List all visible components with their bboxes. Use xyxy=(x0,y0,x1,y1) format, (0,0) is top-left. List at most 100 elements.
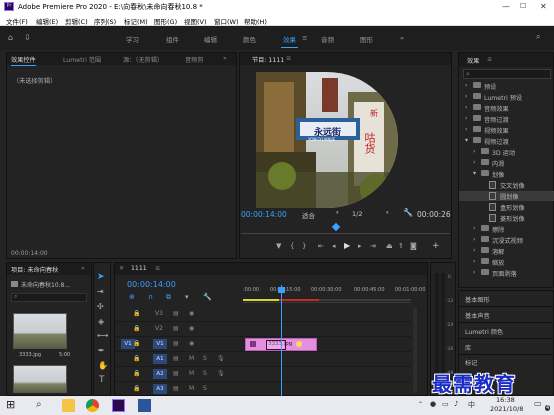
pen-tool-icon[interactable]: ✒ xyxy=(98,346,105,355)
mute-button[interactable]: M xyxy=(189,355,194,362)
minimize-button[interactable]: — xyxy=(502,2,510,11)
razor-tool-icon[interactable]: ◈ xyxy=(98,317,104,326)
more-tabs-icon[interactable]: » xyxy=(81,265,85,272)
track-select-tool-icon[interactable]: ⇥ xyxy=(97,287,104,296)
effects-list-item[interactable]: › 溶解 xyxy=(459,246,554,256)
effects-list-item[interactable]: 圆划像 xyxy=(459,191,554,201)
mic-icon[interactable]: 🎙 xyxy=(217,355,225,362)
timeline-playhead[interactable] xyxy=(281,285,282,397)
effects-list-item[interactable]: ▾ 视频过渡 xyxy=(459,136,554,146)
type-tool-icon[interactable]: T xyxy=(99,375,105,385)
effect-controls-timecode[interactable]: 00:00:14:00 xyxy=(11,250,48,257)
menu-clip[interactable]: 剪辑(C) xyxy=(65,16,88,26)
effects-list-item[interactable]: › 音频过渡 xyxy=(459,114,554,124)
chevron-down-icon[interactable]: ▾ xyxy=(473,170,476,177)
workspace-color[interactable]: 颜色 xyxy=(243,34,256,44)
chevron-right-icon[interactable]: › xyxy=(465,104,467,111)
step-back-icon[interactable]: ◂ xyxy=(332,242,336,250)
premiere-taskbar-icon[interactable] xyxy=(112,399,125,412)
settings-wrench-icon[interactable]: 🔧 xyxy=(203,293,212,301)
track-lock-icon[interactable]: 🔒 xyxy=(133,325,140,332)
nest-icon[interactable]: ⊕ xyxy=(129,293,135,301)
chrome-icon[interactable] xyxy=(86,399,99,412)
chevron-right-icon[interactable]: › xyxy=(465,115,467,122)
sync-lock-icon[interactable]: ▤ xyxy=(173,355,179,362)
ripple-edit-tool-icon[interactable]: ✣ xyxy=(97,302,104,311)
menu-sequence[interactable]: 序列(S) xyxy=(94,16,116,26)
chevron-right-icon[interactable]: › xyxy=(465,126,467,133)
sync-lock-icon[interactable]: ▤ xyxy=(173,340,179,347)
play-icon[interactable]: ▶ xyxy=(344,241,350,250)
sync-lock-icon[interactable]: ▤ xyxy=(173,370,179,377)
chevron-down-icon[interactable]: ▾ xyxy=(465,137,468,144)
lift-icon[interactable]: ⏏ xyxy=(386,242,393,250)
chevron-right-icon[interactable]: › xyxy=(473,269,475,276)
more-tabs-icon[interactable]: » xyxy=(223,55,227,62)
mark-in-icon[interactable]: { xyxy=(290,242,294,250)
playhead-handle[interactable] xyxy=(278,287,285,293)
eye-icon[interactable]: ◉ xyxy=(189,325,194,332)
track-target-a1[interactable]: A1 xyxy=(153,354,167,364)
tab-sequence[interactable]: 1111 xyxy=(131,265,147,272)
tray-app-icon[interactable]: ● xyxy=(430,400,436,408)
track-target-v1[interactable]: V1 xyxy=(153,339,167,349)
program-scrub-bar[interactable] xyxy=(241,222,450,234)
fit-dropdown[interactable]: 适合 ▾ xyxy=(300,209,344,220)
workspace-menu-icon[interactable]: ≡ xyxy=(302,34,307,42)
tab-lumetri-scopes[interactable]: Lumetri 范围 xyxy=(63,55,101,64)
chevron-right-icon[interactable]: › xyxy=(465,93,467,100)
effects-list-item[interactable]: › 内滑 xyxy=(459,158,554,168)
tray-up-icon[interactable]: ⌃ xyxy=(418,401,423,408)
import-icon[interactable]: ⇩ xyxy=(24,33,31,42)
effects-list-item[interactable]: › 沉浸式视频 xyxy=(459,235,554,245)
tab-effect-controls[interactable]: 效果控件 xyxy=(11,55,36,66)
effects-list-item[interactable]: › Lumetri 预设 xyxy=(459,92,554,102)
mark-out-icon[interactable]: } xyxy=(302,242,306,250)
effects-list-item[interactable]: 盒形划像 xyxy=(459,202,554,212)
project-search-input[interactable]: ⌕ xyxy=(11,293,87,302)
panel-essential-graphics[interactable]: 基本图形 xyxy=(465,295,490,304)
snap-icon[interactable]: ∩ xyxy=(148,293,153,301)
export-frame-icon[interactable]: ◙ xyxy=(410,242,417,250)
add-marker-icon[interactable]: ▾ xyxy=(185,293,189,301)
chevron-right-icon[interactable]: › xyxy=(473,236,475,243)
effects-list-item[interactable]: › 3D 运动 xyxy=(459,147,554,157)
eye-icon[interactable]: ◉ xyxy=(189,340,194,347)
effects-search-input[interactable]: ⌕ xyxy=(463,69,551,79)
go-to-in-icon[interactable]: ⇤ xyxy=(318,242,324,250)
effects-list-item[interactable]: › 预设 xyxy=(459,81,554,91)
hand-tool-icon[interactable]: ✋ xyxy=(98,361,108,370)
add-marker-icon[interactable]: ▼ xyxy=(276,242,281,250)
menu-view[interactable]: 视图(V) xyxy=(184,16,207,26)
effects-list-item[interactable]: 菱形划像 xyxy=(459,213,554,223)
menu-marker[interactable]: 标记(M) xyxy=(124,16,148,26)
menu-window[interactable]: 窗口(W) xyxy=(214,16,239,26)
home-icon[interactable]: ⌂ xyxy=(8,33,13,42)
effects-menu-icon[interactable]: ≡ xyxy=(487,56,492,63)
chevron-right-icon[interactable]: › xyxy=(473,225,475,232)
sync-lock-icon[interactable]: ▤ xyxy=(173,385,179,392)
close-sequence-icon[interactable]: ✕ xyxy=(119,265,124,272)
tab-effects[interactable]: 效果 xyxy=(467,56,479,65)
workspace-effects[interactable]: 效果 xyxy=(281,34,298,48)
menu-file[interactable]: 文件(F) xyxy=(6,16,28,26)
extract-icon[interactable]: ⇑ xyxy=(398,242,404,250)
network-icon[interactable]: ▭ xyxy=(442,400,449,408)
wrench-icon[interactable]: 🔧 xyxy=(403,208,413,217)
program-timecode[interactable]: 00:00:14:00 xyxy=(241,210,287,219)
clip-thumbnail-2[interactable] xyxy=(13,365,67,393)
step-forward-icon[interactable]: ▸ xyxy=(358,242,362,250)
clock-time[interactable]: 16:38 xyxy=(496,396,515,404)
program-menu-icon[interactable]: ≡ xyxy=(286,55,291,62)
chevron-right-icon[interactable]: › xyxy=(465,82,467,89)
clock-date[interactable]: 2021/10/8 xyxy=(490,405,523,413)
timeline-vertical-scrollbar[interactable] xyxy=(413,307,417,393)
panel-libraries[interactable]: 库 xyxy=(465,343,471,352)
timeline-menu-icon[interactable]: ≡ xyxy=(155,265,160,272)
language-indicator[interactable]: 中 xyxy=(468,400,475,410)
quality-dropdown[interactable]: 1/2 ▾ xyxy=(350,209,394,219)
workspace-audio[interactable]: 音频 xyxy=(321,34,334,44)
effects-list-item[interactable]: › 缩放 xyxy=(459,257,554,267)
effects-list-item[interactable]: ▾ 划像 xyxy=(459,169,554,179)
effects-list-item[interactable]: › 页面剥落 xyxy=(459,268,554,278)
